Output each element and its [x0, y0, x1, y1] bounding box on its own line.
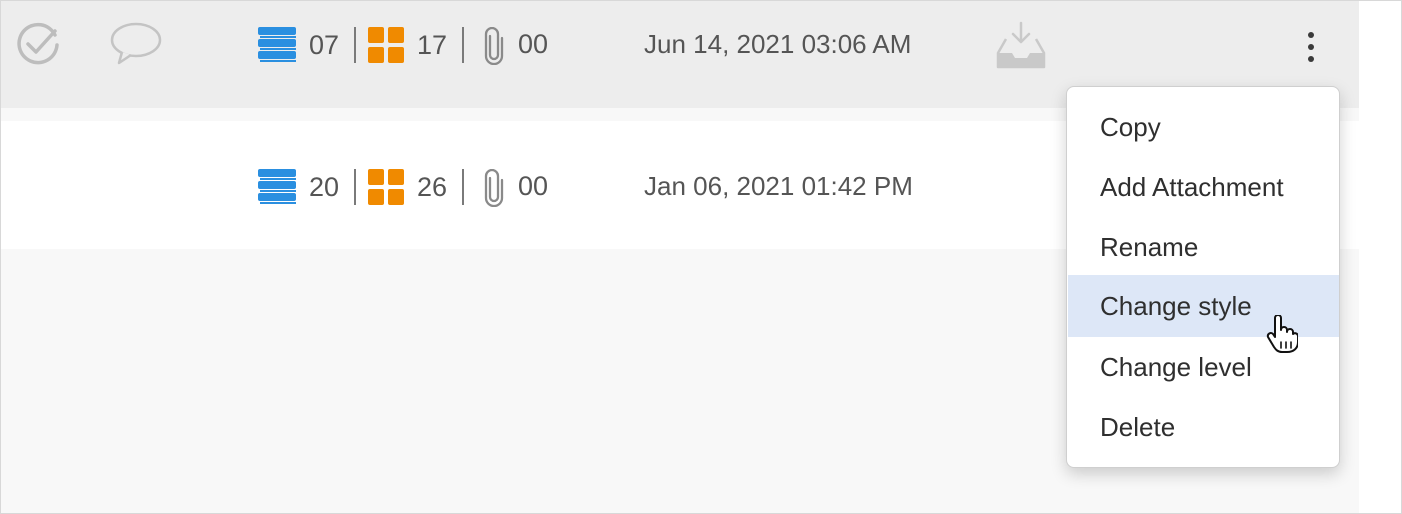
menu-item-add-attachment[interactable]: Add Attachment	[1068, 157, 1339, 217]
speech-bubble-icon[interactable]	[109, 21, 163, 65]
divider	[462, 27, 464, 63]
attachments-count: 00	[518, 171, 549, 201]
attachments-count: 00	[518, 29, 549, 59]
stacks-count: 20	[309, 172, 340, 202]
paperclip-icon	[484, 27, 504, 65]
menu-item-delete[interactable]: Delete	[1068, 397, 1339, 457]
grid-count: 26	[417, 172, 448, 202]
menu-item-copy[interactable]: Copy	[1068, 97, 1339, 157]
grid-icon	[368, 169, 404, 205]
right-gutter	[1359, 1, 1401, 513]
grid-icon	[368, 27, 404, 63]
divider	[354, 169, 356, 205]
grid-count: 17	[417, 30, 448, 60]
modified-date: Jun 14, 2021 03:06 AM	[644, 29, 912, 59]
app-frame: 07 17 00 Jun 14, 2021 03:06 AM 20 26 00 …	[0, 0, 1402, 514]
menu-item-rename[interactable]: Rename	[1068, 217, 1339, 277]
paperclip-icon	[484, 169, 504, 207]
context-menu: Copy Add Attachment Rename Change style …	[1066, 86, 1340, 468]
inbox-download-icon[interactable]	[996, 21, 1046, 69]
kebab-menu-icon[interactable]	[1291, 25, 1331, 69]
divider	[462, 169, 464, 205]
hand-pointer-icon	[1266, 315, 1298, 353]
stacks-count: 07	[309, 30, 340, 60]
layers-icon	[258, 27, 296, 62]
menu-item-change-style[interactable]: Change style	[1068, 275, 1339, 337]
check-circle-icon[interactable]	[15, 21, 61, 67]
layers-icon	[258, 169, 296, 204]
menu-item-change-level[interactable]: Change level	[1068, 337, 1339, 397]
divider	[354, 27, 356, 63]
modified-date: Jan 06, 2021 01:42 PM	[644, 171, 913, 201]
